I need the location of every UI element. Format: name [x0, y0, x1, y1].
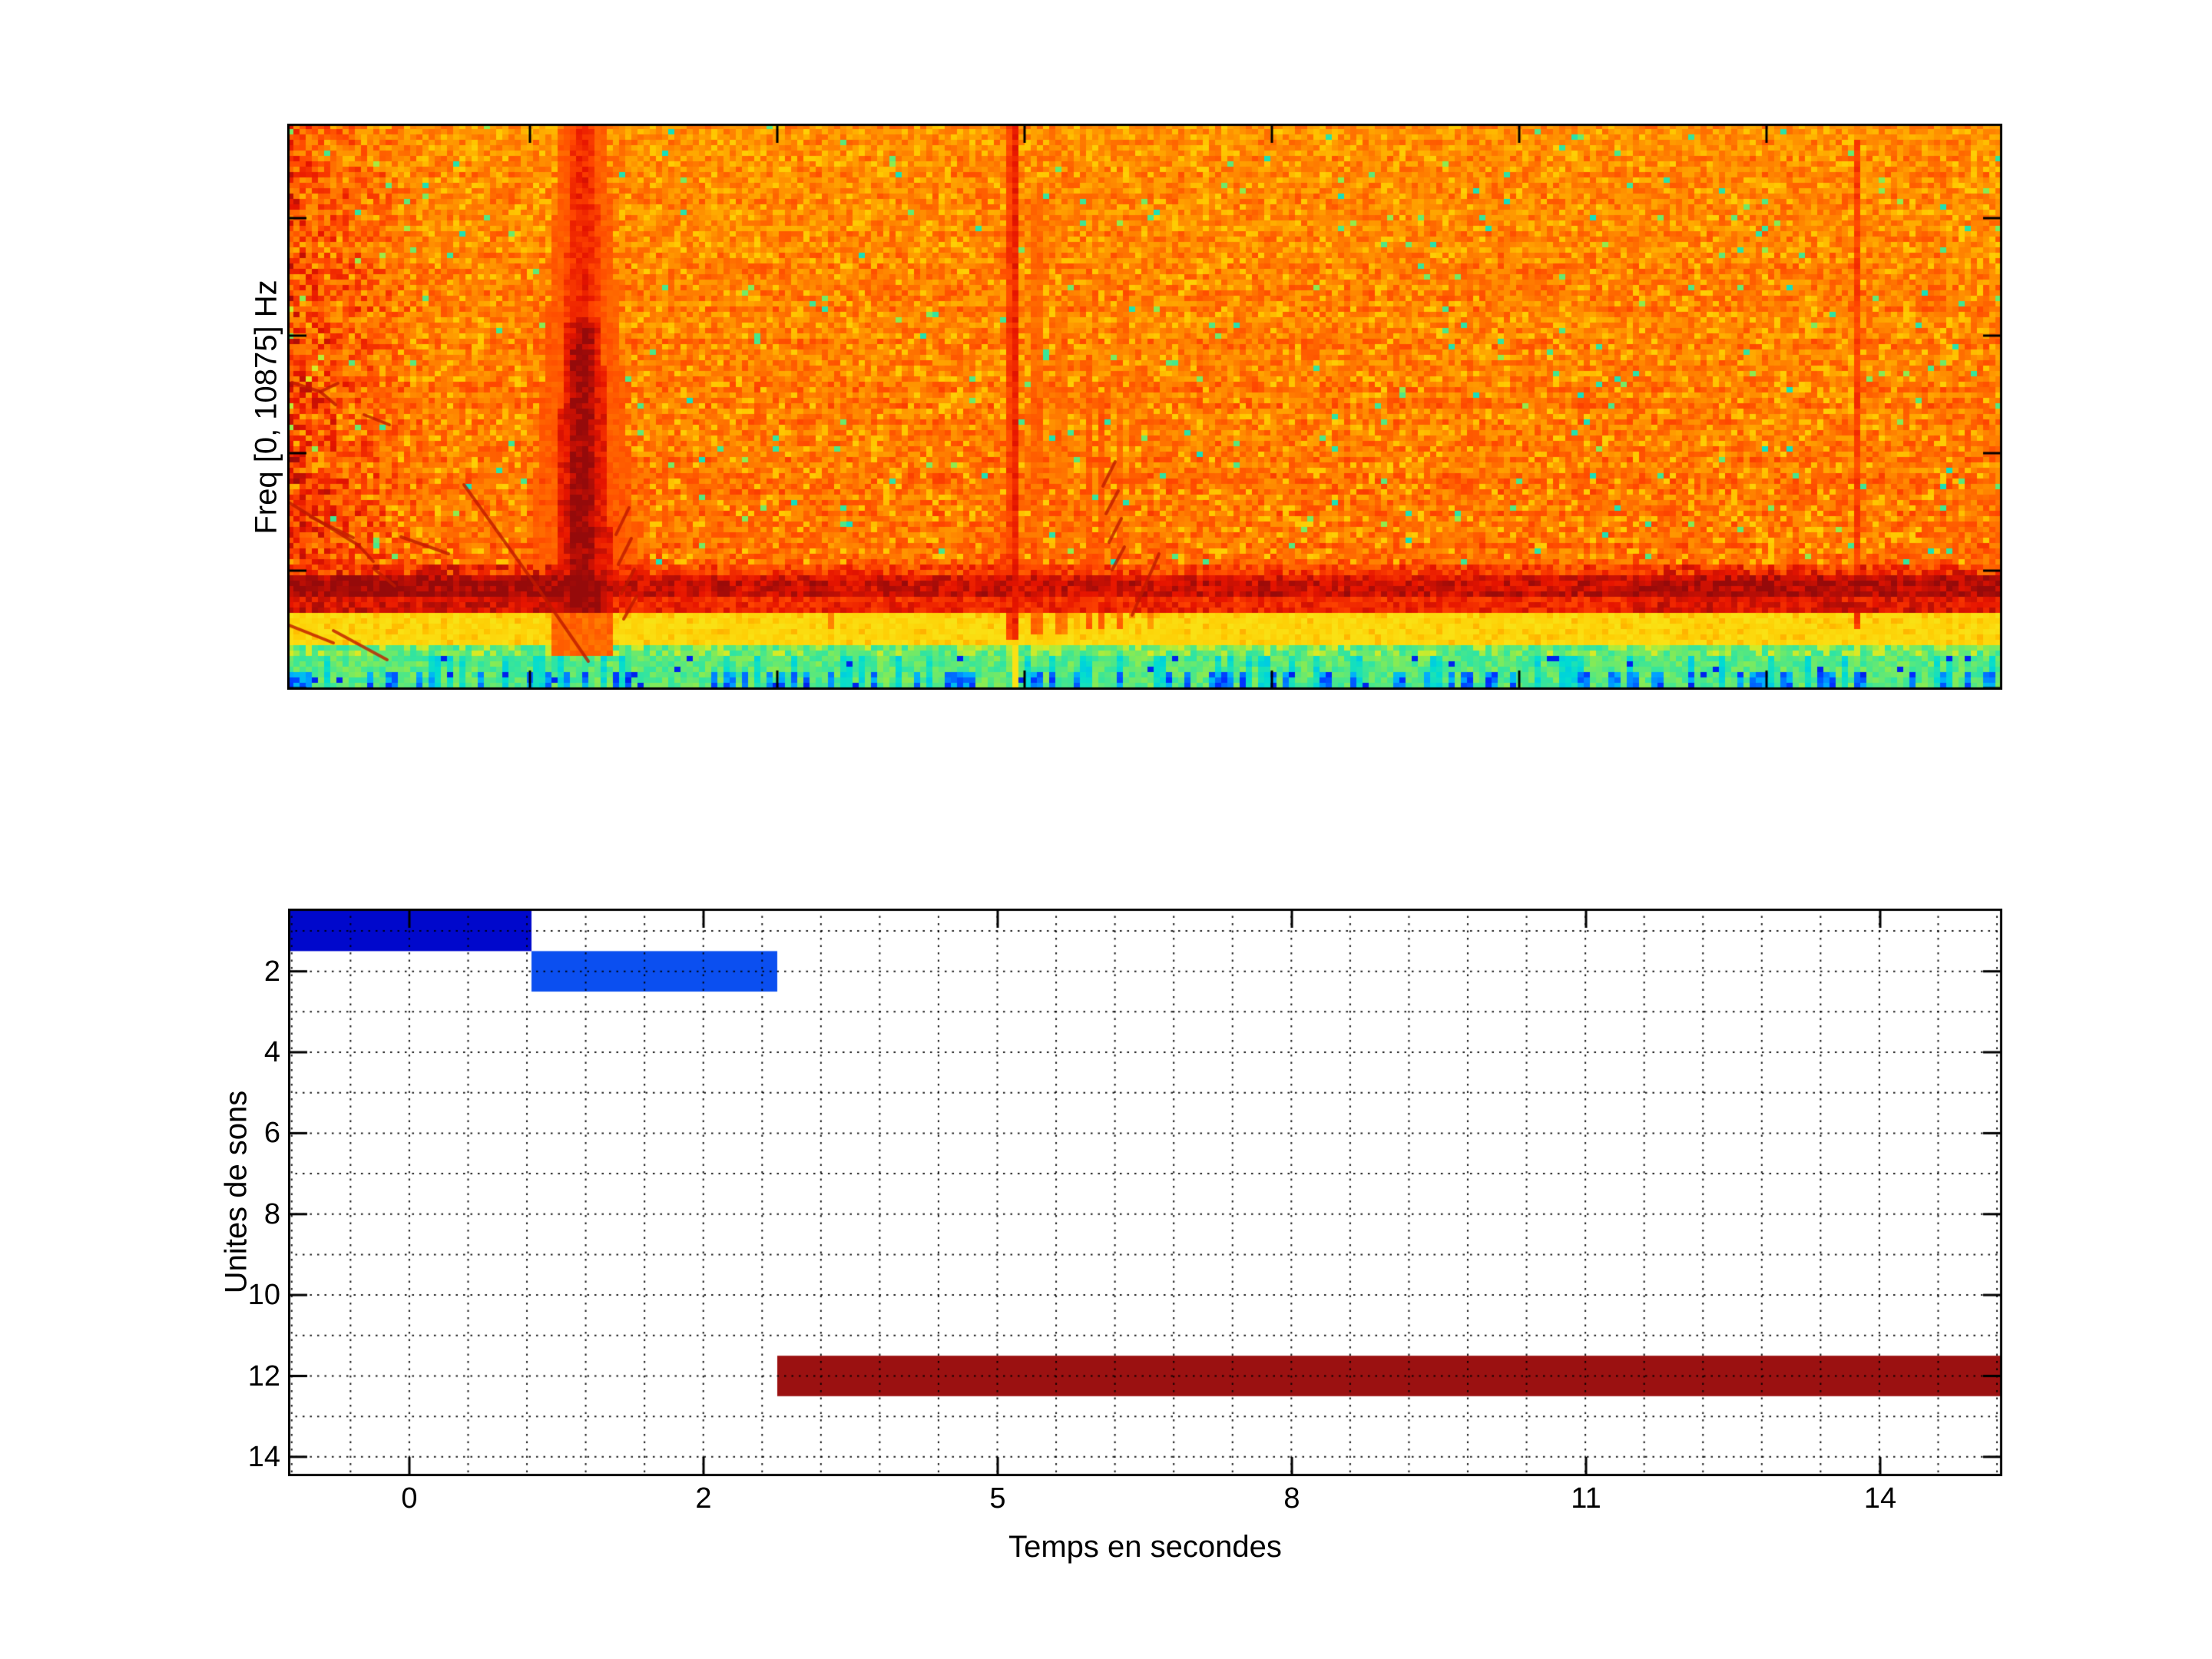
gantt-y-tick-label: 2 — [180, 953, 280, 990]
gantt-y-tick-label: 8 — [180, 1196, 280, 1233]
gantt-y-tick-label: 10 — [180, 1277, 280, 1313]
gantt-x-tick-label: 0 — [401, 1482, 417, 1515]
gantt-y-tick-label: 4 — [180, 1034, 280, 1071]
gantt-x-tick-label: 11 — [1571, 1482, 1601, 1515]
gantt-y-tick-label: 12 — [180, 1358, 280, 1395]
gantt-x-tick-label: 5 — [989, 1482, 1005, 1515]
figure-canvas: Freq [0, 10875] Hz Unites de sons Temps … — [0, 0, 2212, 1659]
gantt-x-tick-label: 2 — [695, 1482, 711, 1515]
gantt-canvas — [288, 909, 2002, 1476]
gantt-x-tick-label: 14 — [1864, 1482, 1896, 1515]
gantt-plot — [288, 909, 2002, 1476]
gantt-x-tick-label: 8 — [1283, 1482, 1300, 1515]
spectrogram-freq-axis-label: Freq [0, 10875] Hz — [250, 280, 284, 534]
spectrogram-canvas — [287, 124, 2002, 690]
spectrogram-plot — [287, 124, 2002, 690]
gantt-x-axis-label: Temps en secondes — [1008, 1530, 1282, 1565]
gantt-y-tick-label: 6 — [180, 1114, 280, 1151]
gantt-y-tick-label: 14 — [180, 1439, 280, 1475]
